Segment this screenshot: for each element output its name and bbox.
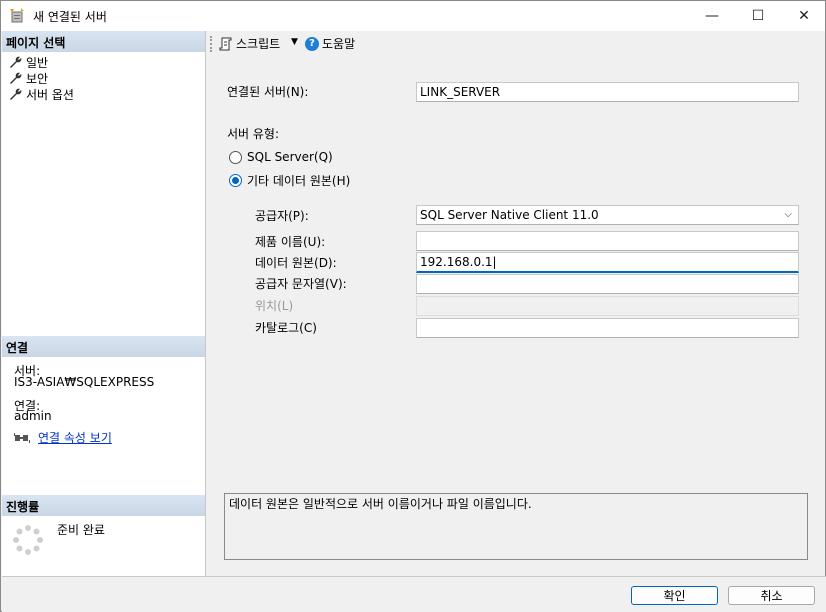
chevron-down-icon: ▼ xyxy=(291,37,298,47)
cancel-button[interactable]: 취소 xyxy=(728,586,815,605)
connection-value: admin xyxy=(14,409,52,423)
radio-label: 기타 데이터 원본(H) xyxy=(247,174,351,188)
location-input xyxy=(416,296,799,316)
minimize-button[interactable]: — xyxy=(689,1,735,31)
progress-status: 준비 완료 xyxy=(57,523,105,537)
ok-button[interactable]: 확인 xyxy=(631,586,718,605)
minimize-icon: — xyxy=(705,8,719,24)
script-icon xyxy=(219,37,232,50)
title-bar: 새 연결된 서버 — ☐ ✕ xyxy=(1,1,825,31)
view-connection-properties[interactable]: 연결 속성 보기 xyxy=(14,429,112,446)
linked-server-dialog: 새 연결된 서버 — ☐ ✕ 페이지 선택 일반 보안 서버 옵션 연결 서버:… xyxy=(0,0,826,612)
script-label: 스크립트 xyxy=(236,37,281,51)
script-button[interactable]: 스크립트 xyxy=(219,35,280,52)
help-icon: ? xyxy=(305,36,319,51)
description-box: 데이터 원본은 일반적으로 서버 이름이거나 파일 이름입니다. xyxy=(224,493,808,560)
provider-select[interactable]: SQL Server Native Client 11.0 ⌵ xyxy=(416,205,799,225)
data-source-input[interactable]: 192.168.0.1| xyxy=(416,252,799,273)
server-value: IS3-ASIA₩SQLEXPRESS xyxy=(14,375,155,389)
script-dropdown[interactable]: ▼ xyxy=(291,37,298,47)
nav-item-label: 일반 xyxy=(26,56,49,70)
window-title: 새 연결된 서버 xyxy=(33,10,107,24)
catalog-input[interactable] xyxy=(416,318,799,338)
close-button[interactable]: ✕ xyxy=(781,1,826,31)
help-label: 도움말 xyxy=(322,37,356,51)
page-select-header: 페이지 선택 xyxy=(2,31,205,52)
location-label: 위치(L) xyxy=(255,299,294,313)
provider-label: 공급자(P): xyxy=(255,209,309,223)
maximize-button[interactable]: ☐ xyxy=(735,1,781,31)
product-name-input[interactable] xyxy=(416,231,799,251)
linked-server-label: 연결된 서버(N): xyxy=(227,85,309,99)
radio-button[interactable] xyxy=(229,150,242,164)
close-icon: ✕ xyxy=(798,8,810,24)
toolbar: 스크립트 ▼ ? 도움말 xyxy=(207,31,825,57)
nav-item-security[interactable]: 보안 xyxy=(9,70,48,87)
radio-sql-server[interactable]: SQL Server(Q) xyxy=(229,150,333,164)
left-pane: 페이지 선택 일반 보안 서버 옵션 연결 서버: IS3-ASIA₩SQLEX… xyxy=(2,31,206,576)
wrench-icon xyxy=(10,56,22,68)
provider-string-input[interactable] xyxy=(416,274,799,294)
data-source-label: 데이터 원본(D): xyxy=(255,256,337,270)
connection-properties-icon xyxy=(14,432,30,443)
progress-header: 진행률 xyxy=(2,495,205,516)
radio-label: SQL Server(Q) xyxy=(247,150,333,164)
nav-item-general[interactable]: 일반 xyxy=(9,54,48,71)
provider-string-label: 공급자 문자열(V): xyxy=(255,277,347,291)
button-bar: 확인 취소 xyxy=(2,576,826,612)
radio-other-data-source[interactable]: 기타 데이터 원본(H) xyxy=(229,172,350,189)
main-panel: 연결된 서버(N): LINK_SERVER 서버 유형: SQL Server… xyxy=(207,63,825,576)
connection-header: 연결 xyxy=(2,336,205,357)
linked-server-input[interactable]: LINK_SERVER xyxy=(416,82,799,102)
view-connection-properties-link[interactable]: 연결 속성 보기 xyxy=(38,429,112,446)
catalog-label: 카탈로그(C) xyxy=(255,321,317,335)
product-name-label: 제품 이름(U): xyxy=(255,235,326,249)
chevron-down-icon: ⌵ xyxy=(784,209,792,220)
app-icon xyxy=(10,8,24,23)
nav-item-label: 보안 xyxy=(26,72,49,86)
server-type-label: 서버 유형: xyxy=(227,127,280,141)
maximize-icon: ☐ xyxy=(751,8,765,24)
provider-select-value: SQL Server Native Client 11.0 xyxy=(420,208,599,222)
help-button[interactable]: ? 도움말 xyxy=(305,35,355,52)
radio-button-selected[interactable] xyxy=(229,174,242,187)
nav-item-label: 서버 옵션 xyxy=(26,88,74,102)
progress-spinner-icon xyxy=(13,525,43,555)
wrench-icon xyxy=(10,88,22,100)
toolbar-grip xyxy=(210,36,212,52)
nav-item-server-options[interactable]: 서버 옵션 xyxy=(9,86,74,103)
wrench-icon xyxy=(10,72,22,84)
